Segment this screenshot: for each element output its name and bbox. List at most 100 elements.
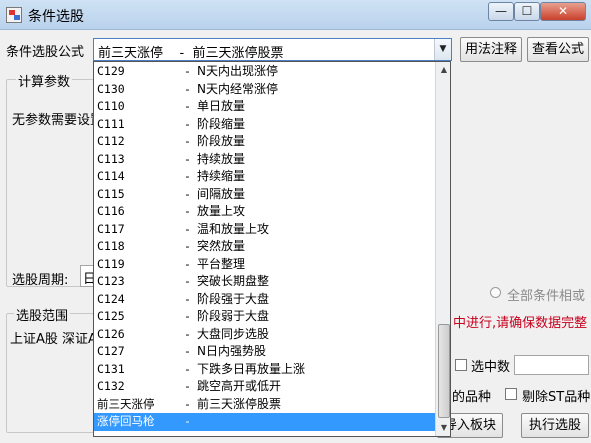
formula-option-desc: 阶段放量	[197, 134, 246, 148]
formula-option-separator: -	[184, 169, 191, 183]
data-integrity-warning: 中进行,请确保数据完整	[453, 316, 588, 331]
select-count-input[interactable]	[514, 355, 589, 375]
formula-option-code: 前三天涨停	[97, 396, 155, 411]
formula-option-separator: -	[184, 151, 191, 166]
usage-notes-button[interactable]: 用法注释	[460, 37, 522, 62]
formula-option[interactable]: C110 - 单日放量	[94, 98, 435, 116]
formula-options: C129- N天内出现涨停 C130- N天内经常涨停 C110- 单日放量 C111- 阶段…	[94, 62, 435, 436]
formula-option[interactable]: C111 - 阶段缩量	[94, 116, 435, 134]
all-conditions-or-label: 全部条件相或	[507, 289, 586, 304]
formula-option-separator: -	[184, 239, 191, 253]
formula-option-code: C116	[97, 204, 125, 218]
formula-option-code: 涨停回马枪	[97, 414, 155, 428]
formula-dropdown-list: C129- N天内出现涨停 C130- N天内经常涨停 C110- 单日放量 C111- 阶段…	[93, 61, 451, 437]
formula-option-separator: -	[184, 291, 191, 306]
period-select[interactable]: 日线	[80, 265, 94, 287]
chevron-down-icon[interactable]: ▼	[434, 39, 451, 60]
scroll-up-icon[interactable]: ▲	[436, 62, 450, 78]
formula-option-code: C131	[97, 361, 125, 376]
formula-option-separator: -	[184, 81, 191, 96]
formula-option-desc: 持续缩量	[197, 169, 246, 183]
formula-option[interactable]: C127 - N日内强势股	[94, 343, 435, 361]
formula-option-desc: 间隔放量	[197, 186, 246, 201]
window-title: 条件选股	[28, 9, 84, 25]
formula-option-separator: -	[184, 361, 191, 376]
formula-option-separator: -	[184, 116, 191, 131]
formula-option-separator: -	[184, 344, 191, 358]
formula-option-code: C126	[97, 326, 125, 341]
scope-group-title: 选股范围	[14, 305, 71, 324]
scope-items: 上证A股 深证A股	[10, 332, 94, 347]
formula-option[interactable]: C131 - 下跌多日再放量上涨	[94, 361, 435, 379]
formula-option-code: C115	[97, 186, 125, 201]
formula-option-code: C118	[97, 239, 125, 253]
formula-option-code: C112	[97, 134, 125, 148]
formula-option-separator: -	[184, 221, 191, 236]
formula-option[interactable]: 涨停回马枪 -	[94, 413, 435, 431]
formula-label: 条件选股公式	[6, 45, 85, 60]
formula-option-code: C124	[97, 291, 125, 306]
formula-option[interactable]: C114 - 持续缩量	[94, 168, 435, 186]
formula-option-desc: 放量上攻	[197, 204, 246, 218]
formula-option-desc: 持续放量	[197, 151, 246, 166]
formula-option-desc: 前三天涨停股票	[197, 396, 282, 411]
formula-option-separator: -	[184, 414, 191, 428]
all-conditions-or-radio[interactable]	[490, 287, 501, 298]
formula-option[interactable]: C130 - N天内经常涨停	[94, 81, 435, 99]
formula-option-desc: 下跌多日再放量上涨	[197, 361, 306, 376]
formula-option[interactable]: C115 - 间隔放量	[94, 186, 435, 204]
formula-option[interactable]: C129 - N天内出现涨停	[94, 63, 435, 81]
minimize-button[interactable]: —	[488, 2, 514, 21]
formula-option-desc: N日内强势股	[197, 344, 266, 358]
view-formula-button[interactable]: 查看公式	[527, 37, 589, 62]
formula-option[interactable]: C113 - 持续放量	[94, 151, 435, 169]
formula-option-code: C123	[97, 274, 125, 288]
formula-option-separator: -	[184, 309, 191, 323]
formula-option-code: C130	[97, 81, 125, 96]
formula-option-separator: -	[184, 379, 191, 393]
formula-option-desc: 跳空高开或低开	[197, 379, 282, 393]
formula-option-code: C119	[97, 256, 125, 271]
scroll-down-icon[interactable]: ▼	[436, 420, 450, 436]
close-button[interactable]: ✕	[540, 2, 586, 21]
formula-option[interactable]: C125 - 阶段弱于大盘	[94, 308, 435, 326]
species-label: 的品种	[452, 390, 492, 405]
formula-option[interactable]: 前三天涨停 - 前三天涨停股票	[94, 396, 435, 414]
formula-option[interactable]: C126 - 大盘同步选股	[94, 326, 435, 344]
formula-option-desc: 突破长期盘整	[197, 274, 270, 288]
formula-option-separator: -	[184, 134, 191, 148]
execute-select-button[interactable]: 执行选股	[521, 413, 589, 438]
formula-option[interactable]: C117 - 温和放量上攻	[94, 221, 435, 239]
title-bar: 条件选股 — ☐ ✕	[0, 0, 591, 30]
formula-combo[interactable]: 前三天涨停 - 前三天涨停股票 ▼	[93, 38, 452, 61]
formula-option-code: C113	[97, 151, 125, 166]
formula-option-desc: 阶段弱于大盘	[197, 309, 270, 323]
formula-option-code: C127	[97, 344, 125, 358]
formula-option[interactable]: C119 - 平台整理	[94, 256, 435, 274]
select-count-checkbox[interactable]	[455, 359, 467, 371]
formula-option-desc: 阶段缩量	[197, 116, 246, 131]
formula-option-separator: -	[184, 64, 191, 78]
formula-option-code: C125	[97, 309, 125, 323]
scroll-thumb[interactable]	[438, 324, 450, 418]
formula-option-desc: N天内经常涨停	[197, 81, 278, 96]
formula-option-separator: -	[184, 396, 191, 411]
formula-option[interactable]: C132 - 跳空高开或低开	[94, 378, 435, 396]
formula-option-code: C129	[97, 64, 125, 78]
formula-option-code: C114	[97, 169, 125, 183]
formula-option-desc: 突然放量	[197, 239, 246, 253]
formula-option-code: C117	[97, 221, 125, 236]
dropdown-scrollbar[interactable]: ▲ ▼	[435, 62, 450, 436]
exclude-st-checkbox[interactable]	[505, 388, 517, 400]
formula-option[interactable]: C116 - 放量上攻	[94, 203, 435, 221]
maximize-button[interactable]: ☐	[514, 2, 540, 21]
formula-option[interactable]: C118 - 突然放量	[94, 238, 435, 256]
no-params-text: 无参数需要设置	[12, 113, 93, 128]
formula-option[interactable]: C124 - 阶段强于大盘	[94, 291, 435, 309]
formula-option[interactable]: C112 - 阶段放量	[94, 133, 435, 151]
formula-selected-value: 前三天涨停 - 前三天涨停股票	[98, 46, 284, 61]
formula-option[interactable]: C123 - 突破长期盘整	[94, 273, 435, 291]
formula-option-separator: -	[184, 256, 191, 271]
formula-option-separator: -	[184, 204, 191, 218]
formula-option-desc: 阶段强于大盘	[197, 291, 270, 306]
